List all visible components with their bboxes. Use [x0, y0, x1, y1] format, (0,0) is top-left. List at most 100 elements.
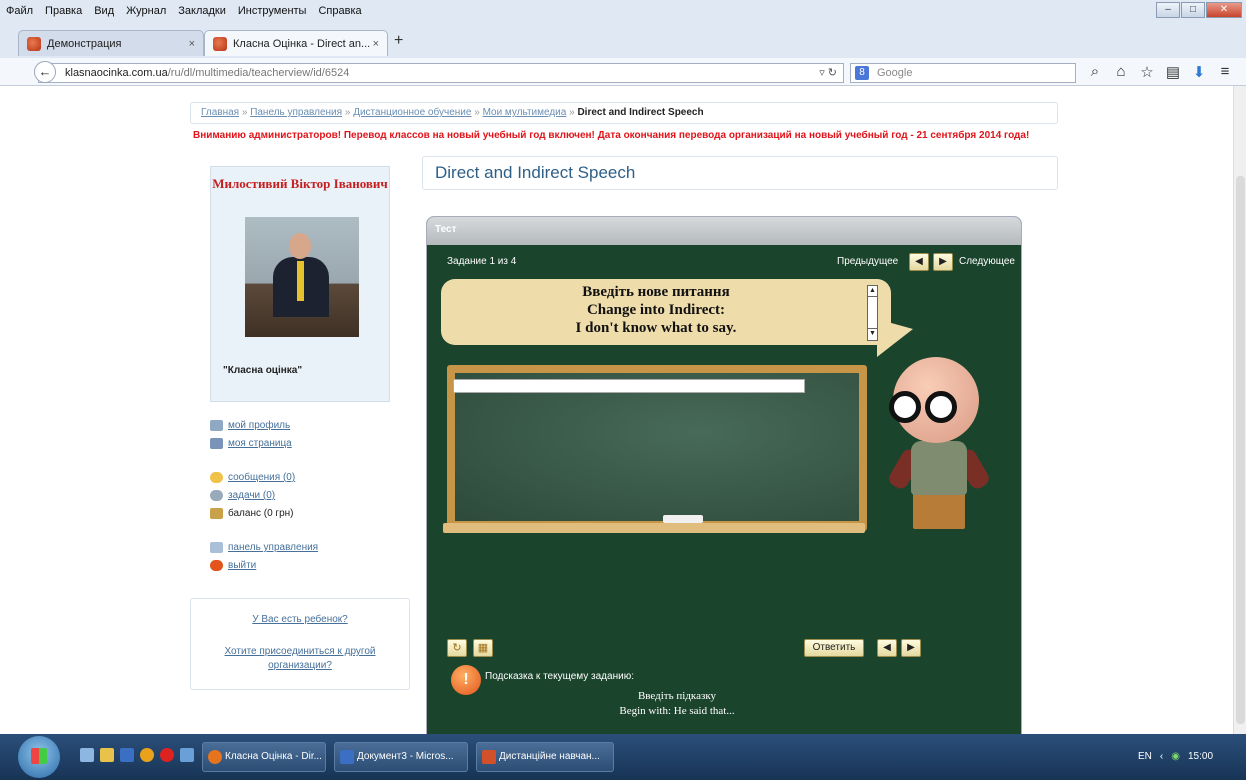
language-indicator[interactable]: EN: [1138, 734, 1152, 780]
side-link-label[interactable]: моя страница: [228, 438, 292, 449]
side-link-tasks[interactable]: задачи (0): [210, 490, 275, 501]
system-tray: EN ‹ ◉ 15:00: [1138, 734, 1221, 780]
word-icon: [340, 750, 354, 764]
breadcrumb-my-multimedia[interactable]: Мои мультимедиа: [483, 107, 567, 118]
page-title: Direct and Indirect Speech: [422, 156, 1058, 190]
clock-icon: [210, 490, 223, 501]
breadcrumb-separator: »: [569, 107, 575, 118]
side-link-label[interactable]: мой профиль: [228, 420, 290, 431]
breadcrumb-control-panel[interactable]: Панель управления: [250, 107, 342, 118]
task-word[interactable]: Документ3 - Micros...: [334, 742, 468, 772]
control-panel-icon: [210, 542, 223, 553]
side-link-label[interactable]: задачи (0): [228, 490, 275, 501]
close-window-icon[interactable]: ✕: [1206, 2, 1242, 18]
side-link-messages[interactable]: сообщения (0): [210, 472, 295, 483]
side-link-label[interactable]: панель управления: [228, 542, 318, 553]
scroll-up-icon[interactable]: ▲: [868, 286, 877, 297]
network-icon[interactable]: ◉: [1171, 734, 1180, 780]
page-scrollbar[interactable]: [1233, 86, 1246, 734]
download-icon[interactable]: ⬇: [1186, 63, 1212, 81]
breadcrumb-distance-learning[interactable]: Дистанционное обучение: [353, 107, 471, 118]
home-icon[interactable]: ⌂: [1108, 63, 1134, 81]
show-desktop-icon[interactable]: [80, 748, 94, 762]
profile-icon: [210, 420, 223, 431]
side-link-label[interactable]: сообщения (0): [228, 472, 295, 483]
minimize-icon[interactable]: –: [1156, 2, 1180, 18]
bookmark-star-icon[interactable]: ☆: [1134, 63, 1160, 81]
menu-history[interactable]: Журнал: [126, 5, 166, 17]
menu-view[interactable]: Вид: [94, 5, 114, 17]
task-firefox[interactable]: Класна Оцінка - Dir...: [202, 742, 326, 772]
previous-question-button[interactable]: ◀: [909, 253, 929, 271]
search-placeholder: Google: [877, 67, 913, 79]
explorer-icon[interactable]: [100, 748, 114, 762]
reload-icon[interactable]: ▿ ↻: [819, 64, 837, 82]
question-counter: Задание 1 из 4: [447, 256, 517, 267]
question-bubble: Введіть нове питання Change into Indirec…: [441, 279, 913, 357]
search-icon[interactable]: ⌕: [1082, 63, 1108, 81]
chrome-icon[interactable]: [140, 748, 154, 762]
powerpoint-icon: [482, 750, 496, 764]
taskbar: Класна Оцінка - Dir... Документ3 - Micro…: [0, 734, 1246, 780]
scroll-down-icon[interactable]: ▼: [868, 329, 877, 340]
url-bar[interactable]: ⊕ klasnaocinka.com.ua/ru/dl/multimedia/t…: [38, 63, 844, 83]
chalkboard-ledge: [443, 523, 865, 533]
scrollbar-thumb[interactable]: [1236, 176, 1245, 724]
search-input[interactable]: 8 Google: [850, 63, 1076, 83]
tab-label: Демонстрация: [47, 37, 122, 50]
answer-input[interactable]: [453, 379, 805, 393]
close-tab-icon[interactable]: ×: [373, 38, 379, 50]
next-question-button[interactable]: ▶: [933, 253, 953, 271]
new-tab-icon[interactable]: +: [394, 32, 403, 50]
question-line: Change into Indirect:: [586, 302, 726, 318]
tab-klasna[interactable]: Класна Оцінка - Direct an... ×: [204, 30, 388, 56]
side-link-profile[interactable]: мой профиль: [210, 420, 290, 431]
opera-icon[interactable]: [160, 748, 174, 762]
tray-expand-icon[interactable]: ‹: [1160, 734, 1163, 780]
hint-line: Введіть підказку: [637, 690, 717, 702]
task-label: Документ3 - Micros...: [357, 751, 454, 762]
coins-icon: [210, 508, 223, 519]
close-tab-icon[interactable]: ×: [189, 38, 195, 50]
previous-button[interactable]: ◀: [877, 639, 897, 657]
menu-bookmarks[interactable]: Закладки: [178, 5, 226, 17]
keyboard-icon: ▦: [477, 642, 489, 654]
menu-edit[interactable]: Правка: [45, 5, 82, 17]
arrow-left-icon: ◀: [915, 256, 923, 267]
clock[interactable]: 15:00: [1188, 734, 1213, 780]
hint-icon[interactable]: !: [451, 665, 481, 695]
task-label: Класна Оцінка - Dir...: [225, 751, 322, 762]
word-icon[interactable]: [120, 748, 134, 762]
hint-text: Введіть підказку Begin with: He said tha…: [577, 689, 777, 719]
task-powerpoint[interactable]: Дистанційне навчан...: [476, 742, 614, 772]
breadcrumb: Главная » Панель управления » Дистанцион…: [190, 102, 1058, 124]
side-link-logout[interactable]: выйти: [210, 560, 256, 571]
bubble-scrollbar[interactable]: ▲ ▼: [867, 285, 878, 341]
back-button[interactable]: ←: [34, 61, 56, 83]
start-button[interactable]: [18, 736, 60, 778]
next-button[interactable]: ▶: [901, 639, 921, 657]
join-organization-link[interactable]: Хотите присоединиться к другой организац…: [220, 645, 380, 673]
maximize-icon[interactable]: □: [1181, 2, 1205, 18]
restart-button[interactable]: ↻: [447, 639, 467, 657]
url-host: klasnaocinka.com.ua: [65, 67, 168, 79]
page-content: Главная » Панель управления » Дистанцион…: [0, 86, 1233, 734]
arrow-right-icon: ▶: [939, 256, 947, 267]
menu-tools[interactable]: Инструменты: [238, 5, 307, 17]
keyboard-button[interactable]: ▦: [473, 639, 493, 657]
bookmarks-list-icon[interactable]: ▤: [1160, 63, 1186, 81]
breadcrumb-home[interactable]: Главная: [201, 107, 239, 118]
child-link[interactable]: У Вас есть ребенок?: [191, 614, 409, 625]
answer-button[interactable]: Ответить: [804, 639, 864, 657]
tab-demo[interactable]: Демонстрация ×: [18, 30, 204, 56]
breadcrumb-separator: »: [474, 107, 480, 118]
side-link-page[interactable]: моя страница: [210, 438, 292, 449]
side-link-label[interactable]: выйти: [228, 560, 256, 571]
search-app-icon[interactable]: [180, 748, 194, 762]
firefox-icon: [208, 750, 222, 764]
menu-file[interactable]: Файл: [6, 5, 33, 17]
menu-help[interactable]: Справка: [318, 5, 361, 17]
menu-hamburger-icon[interactable]: ≡: [1212, 63, 1238, 81]
logout-icon: [210, 560, 223, 571]
side-link-control-panel[interactable]: панель управления: [210, 542, 318, 553]
